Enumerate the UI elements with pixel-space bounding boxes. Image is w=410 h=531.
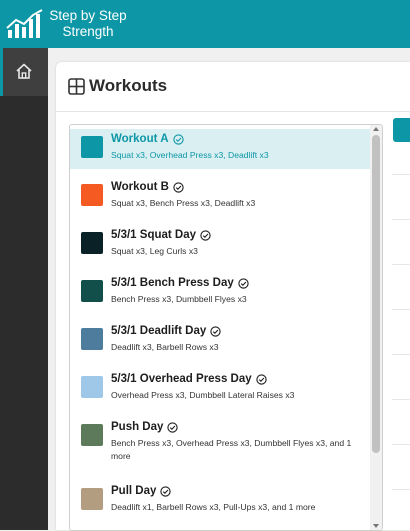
workout-list-item[interactable]: 5/3/1 Overhead Press Day Overhead Press x… — [70, 369, 370, 409]
workout-name-row: Push Day — [111, 421, 179, 433]
check-circle-icon — [160, 485, 172, 497]
row-divider — [392, 174, 410, 175]
workouts-panel: Workouts Workout A Squat x3, Overhead Pre… — [56, 62, 410, 531]
app-title: Step by Step Strength — [46, 8, 130, 40]
workout-exercises: Deadlift x1, Barbell Rows x3, Pull-Ups x… — [111, 502, 316, 512]
title-divider — [56, 111, 410, 112]
check-circle-icon — [210, 325, 221, 337]
workout-name-row: 5/3/1 Squat Day — [111, 229, 211, 241]
active-indicator — [0, 48, 3, 96]
app-title-line2: Strength — [62, 24, 114, 39]
workout-list-item[interactable]: Workout B Squat x3, Bench Press x3, Deadl… — [70, 177, 370, 217]
workout-name: 5/3/1 Deadlift Day — [111, 325, 207, 337]
row-divider — [392, 444, 410, 445]
workout-name-row: 5/3/1 Deadlift Day — [111, 325, 221, 337]
row-divider — [392, 309, 410, 310]
workout-list-item[interactable]: Workout A Squat x3, Overhead Press x3, De… — [70, 129, 370, 169]
workout-exercises: Squat x3, Leg Curls x3 — [111, 246, 198, 256]
workout-color-swatch — [81, 488, 103, 510]
sidebar — [0, 48, 48, 530]
workout-exercises: Bench Press x3, Overhead Press x3, Dumbb… — [111, 438, 352, 461]
workout-color-swatch — [81, 328, 103, 350]
workout-exercises: Bench Press x3, Dumbbell Flyes x3 — [111, 294, 247, 304]
workout-name: 5/3/1 Squat Day — [111, 229, 197, 241]
workout-color-swatch — [81, 136, 103, 158]
workout-name: Push Day — [111, 421, 164, 433]
scrollbar[interactable] — [370, 125, 382, 530]
row-divider — [392, 354, 410, 355]
workout-name-row: 5/3/1 Overhead Press Day — [111, 373, 267, 385]
workout-list-item[interactable]: Push Day Bench Press x3, Overhead Press x… — [70, 417, 370, 469]
workout-exercises: Deadlift x3, Barbell Rows x3 — [111, 342, 219, 352]
workout-name-row: Workout A — [111, 133, 184, 145]
main-content: Workouts Workout A Squat x3, Overhead Pre… — [48, 48, 410, 531]
sidebar-item-home[interactable] — [0, 48, 48, 96]
check-circle-icon — [238, 277, 249, 289]
check-circle-icon — [172, 133, 184, 145]
workout-name-row: 5/3/1 Bench Press Day — [111, 277, 249, 289]
row-divider — [392, 219, 410, 220]
workout-name: Workout B — [111, 181, 169, 193]
workout-color-swatch — [81, 232, 103, 254]
workout-exercises: Squat x3, Bench Press x3, Deadlift x3 — [111, 198, 256, 208]
workout-color-swatch — [81, 424, 103, 446]
workout-name: Pull Day — [111, 485, 157, 497]
action-button[interactable] — [393, 118, 410, 142]
row-divider — [392, 264, 410, 265]
row-divider — [392, 489, 410, 490]
check-circle-icon — [256, 373, 267, 385]
logo-icon — [6, 9, 43, 38]
workout-color-swatch — [81, 184, 103, 206]
check-circle-icon — [173, 181, 184, 193]
workout-list-item[interactable]: 5/3/1 Bench Press Day Bench Press x3, Dum… — [70, 273, 370, 313]
grid-icon — [68, 77, 85, 95]
page-title: Workouts — [68, 74, 167, 98]
page-title-text: Workouts — [89, 76, 168, 95]
workout-name-row: Pull Day — [111, 485, 172, 497]
workout-name-row: Workout B — [111, 181, 184, 193]
workout-exercises: Squat x3, Overhead Press x3, Deadlift x3 — [111, 150, 269, 160]
app-title-line1: Step by Step — [49, 8, 127, 23]
scroll-up-arrow-icon[interactable] — [373, 127, 379, 131]
workout-list[interactable]: Workout A Squat x3, Overhead Press x3, De… — [69, 124, 383, 531]
home-icon — [16, 63, 32, 79]
workout-color-swatch — [81, 280, 103, 302]
row-divider — [392, 399, 410, 400]
workout-name: 5/3/1 Bench Press Day — [111, 277, 234, 289]
scrollbar-thumb[interactable] — [372, 135, 380, 453]
check-circle-icon — [200, 229, 211, 241]
workout-list-item[interactable]: 5/3/1 Deadlift Day Deadlift x3, Barbell R… — [70, 321, 370, 361]
workout-list-item[interactable]: 5/3/1 Squat Day Squat x3, Leg Curls x3 — [70, 225, 370, 265]
app-header: Step by Step Strength — [0, 0, 410, 48]
workout-name: Workout A — [111, 133, 169, 145]
workout-color-swatch — [81, 376, 103, 398]
scroll-down-arrow-icon[interactable] — [373, 524, 379, 528]
check-circle-icon — [167, 421, 179, 433]
workout-name: 5/3/1 Overhead Press Day — [111, 373, 252, 385]
workout-exercises: Overhead Press x3, Dumbbell Lateral Rais… — [111, 390, 295, 400]
workout-list-item[interactable]: Pull Day Deadlift x1, Barbell Rows x3, Pu… — [70, 481, 370, 521]
